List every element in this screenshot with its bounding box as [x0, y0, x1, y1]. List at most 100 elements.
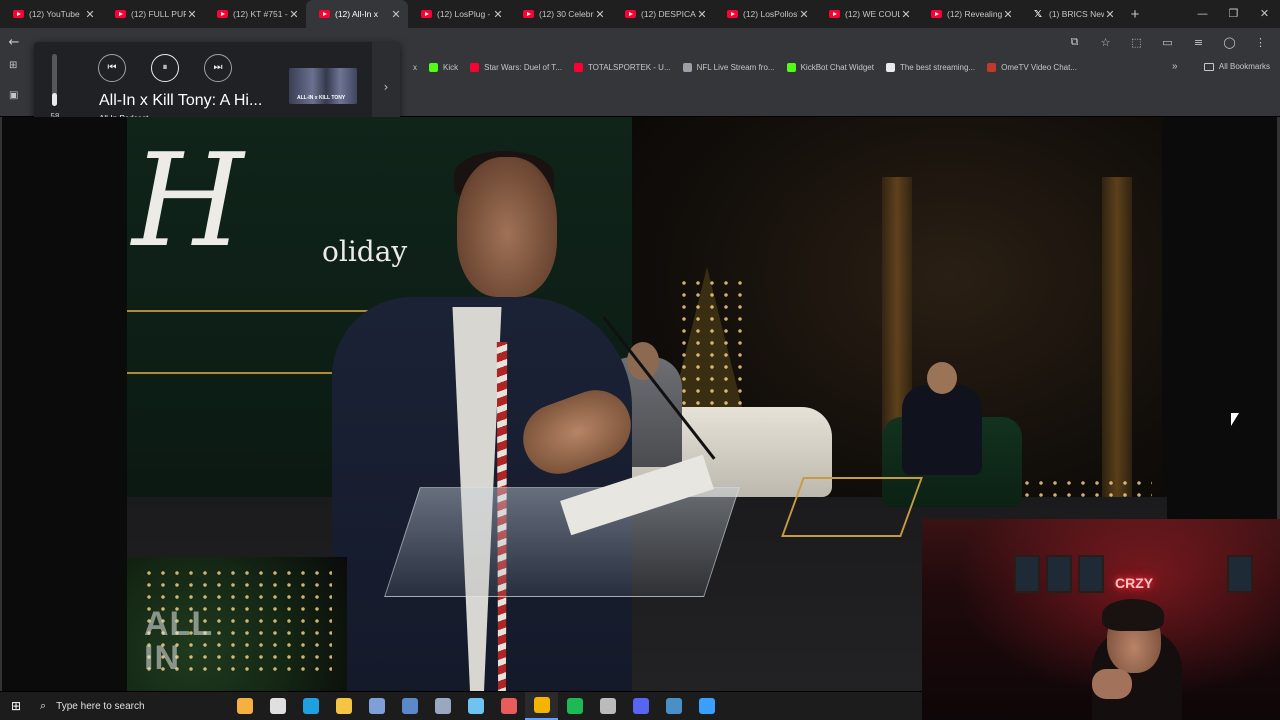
tab-title: (12) WE COULD: [845, 9, 900, 19]
backdrop-word: oliday: [322, 235, 408, 268]
tab-close-icon[interactable]: ✕: [288, 8, 300, 21]
cast-icon[interactable]: ⧉: [1059, 35, 1090, 49]
browser-tab[interactable]: 𝕏 (1) BRICS News✕: [1020, 0, 1122, 28]
seated-host-head: [927, 362, 957, 394]
pause-button[interactable]: ⏸: [151, 54, 179, 82]
previous-track-button[interactable]: ⏮: [98, 54, 126, 82]
youtube-icon: [318, 8, 330, 20]
steam-icon[interactable]: [657, 692, 690, 720]
tab-close-icon[interactable]: ✕: [1104, 8, 1116, 21]
chrome-icon[interactable]: [525, 692, 558, 720]
side-panel-icon[interactable]: ▭: [1152, 36, 1183, 49]
stage-curtain: [1102, 177, 1132, 497]
browser-tab[interactable]: (12) WE COULD✕: [816, 0, 918, 28]
watermark-line-2: IN: [144, 639, 180, 677]
spotify-icon[interactable]: [558, 692, 591, 720]
all-bookmarks-label: All Bookmarks: [1218, 62, 1270, 71]
taskbar-search-box[interactable]: ⌕ Type here to search: [32, 692, 228, 720]
minimize-button[interactable]: —: [1187, 0, 1218, 28]
obs-icon[interactable]: [591, 692, 624, 720]
youtube-icon: [624, 8, 636, 20]
apps-grid-icon[interactable]: ⊞: [9, 60, 17, 71]
next-track-button[interactable]: ⏭: [204, 54, 232, 82]
gold-trim: [127, 372, 332, 374]
extensions-icon[interactable]: ⬚: [1121, 36, 1152, 49]
bookmark-item[interactable]: OmeTV Video Chat...: [987, 62, 1077, 72]
menu-icon[interactable]: ⋮: [1245, 36, 1276, 49]
bookmark-item[interactable]: The best streaming...: [885, 62, 975, 72]
tab-close-icon[interactable]: ✕: [594, 8, 606, 21]
profile-icon[interactable]: ◯: [1214, 36, 1245, 49]
tab-close-icon[interactable]: ✕: [84, 8, 96, 21]
tab-close-icon[interactable]: ✕: [492, 8, 504, 21]
x-icon: 𝕏: [1033, 8, 1043, 20]
discord-icon[interactable]: [624, 692, 657, 720]
app-icon[interactable]: [459, 692, 492, 720]
task-view-icon[interactable]: [261, 692, 294, 720]
tab-close-icon[interactable]: ✕: [900, 8, 912, 21]
bookmark-favicon-icon: [987, 62, 997, 72]
bookmark-favicon-icon: [885, 62, 895, 72]
app-icon[interactable]: [360, 692, 393, 720]
bookmark-item[interactable]: KickBot Chat Widget: [786, 62, 874, 72]
browser-tab[interactable]: (12) YouTube ✕: [0, 0, 102, 28]
app-glyph: [599, 698, 616, 714]
app-glyph: [632, 698, 649, 714]
webcam-overlay: CRZY: [922, 519, 1280, 720]
youtube-icon: [114, 8, 126, 20]
browser-tab[interactable]: (12) LosPlug - V✕: [408, 0, 510, 28]
close-window-button[interactable]: ✕: [1249, 0, 1280, 28]
bookmark-item[interactable]: x: [399, 62, 417, 72]
browser-tab[interactable]: (12) KT #751 - J✕: [204, 0, 306, 28]
app-icon[interactable]: [426, 692, 459, 720]
bookmark-favicon-icon: [399, 62, 408, 72]
more-bookmarks-icon[interactable]: »: [1172, 56, 1178, 78]
all-in-watermark: ALL IN: [144, 607, 213, 675]
volume-slider[interactable]: [52, 54, 57, 106]
app-glyph: [236, 698, 253, 714]
copilot-icon[interactable]: [228, 692, 261, 720]
bookmark-item[interactable]: Star Wars: Duel of T...: [470, 62, 562, 72]
back-arrow-icon[interactable]: ←: [0, 35, 28, 50]
bookmark-star-icon[interactable]: ☆: [1090, 36, 1121, 49]
bookmark-label: Kick: [443, 62, 459, 72]
browser-tab[interactable]: (12) DESPICABL✕: [612, 0, 714, 28]
app-glyph: [500, 698, 517, 714]
browser-tab-active[interactable]: (12) All-In x ✕: [306, 0, 408, 28]
app-icon[interactable]: [690, 692, 723, 720]
browser-tab[interactable]: (12) FULL PURSU✕: [102, 0, 204, 28]
edge-icon[interactable]: [294, 692, 327, 720]
browser-tab[interactable]: (12) Revealing ✕: [918, 0, 1020, 28]
bookmark-favicon-icon: [429, 62, 438, 72]
restore-button[interactable]: ❐: [1218, 0, 1249, 28]
tab-close-icon[interactable]: ✕: [798, 8, 810, 21]
calculator-icon[interactable]: [393, 692, 426, 720]
tab-close-icon[interactable]: ✕: [390, 8, 402, 21]
browser-tab[interactable]: (12) 30 Celebrit ✕: [510, 0, 612, 28]
app-glyph: [335, 698, 352, 714]
tab-title: (12) FULL PURSU: [131, 9, 186, 19]
tab-search-icon[interactable]: ▣: [9, 90, 18, 101]
app-icon[interactable]: [492, 692, 525, 720]
bookmark-label: NFL Live Stream fro...: [696, 62, 775, 72]
media-control-icon[interactable]: ≡: [1183, 36, 1214, 49]
tab-close-icon[interactable]: ✕: [1002, 8, 1014, 21]
bookmark-item[interactable]: Kick: [429, 62, 459, 72]
tab-close-icon[interactable]: ✕: [696, 8, 708, 21]
new-tab-button[interactable]: +: [1122, 6, 1148, 23]
bookmark-label: TOTALSPORTEK - U...: [587, 62, 671, 72]
tab-close-icon[interactable]: ✕: [186, 8, 198, 21]
app-glyph: [269, 698, 286, 714]
left-mini-icons: ⊞ ▣: [0, 56, 34, 116]
bookmark-favicon-icon: [573, 62, 583, 72]
bookmark-item[interactable]: NFL Live Stream fro...: [682, 62, 775, 72]
window-controls: — ❐ ✕: [1187, 0, 1280, 28]
bookmark-item[interactable]: TOTALSPORTEK - U...: [573, 62, 671, 72]
file-explorer-icon[interactable]: [327, 692, 360, 720]
media-artwork-text: ALL-IN x KILL TONY: [297, 95, 346, 101]
all-bookmarks-button[interactable]: All Bookmarks: [1203, 56, 1270, 78]
app-glyph: [434, 698, 451, 714]
browser-tab[interactable]: (12) LosPollosT ✕: [714, 0, 816, 28]
youtube-icon: [420, 8, 432, 20]
windows-start-icon[interactable]: ⊞: [0, 699, 32, 713]
